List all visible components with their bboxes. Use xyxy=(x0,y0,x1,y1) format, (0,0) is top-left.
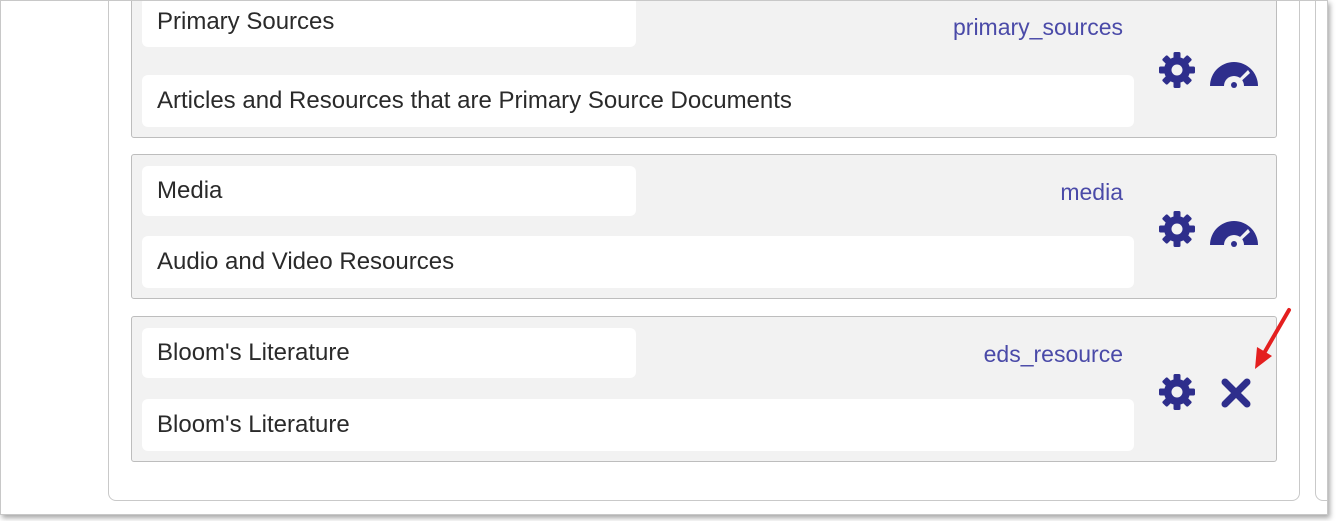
resource-name-field[interactable]: Primary Sources xyxy=(142,1,636,47)
resource-name-field[interactable]: Media xyxy=(142,166,636,216)
resource-key-link[interactable]: media xyxy=(1060,179,1123,206)
resource-description-field[interactable]: Bloom's Literature xyxy=(142,399,1134,451)
resource-name: Primary Sources xyxy=(157,8,335,35)
resource-description-field[interactable]: Articles and Resources that are Primary … xyxy=(142,75,1134,127)
resource-description: Articles and Resources that are Primary … xyxy=(157,87,792,114)
resource-card: Bloom's Literature eds_resource Bloom's … xyxy=(131,316,1277,462)
resource-description-field[interactable]: Audio and Video Resources xyxy=(142,236,1134,288)
close-icon[interactable] xyxy=(1219,376,1253,410)
side-panel xyxy=(1315,1,1327,501)
resource-key-link[interactable]: eds_resource xyxy=(984,341,1123,368)
resource-key-link[interactable]: primary_sources xyxy=(953,14,1123,41)
dashboard-icon[interactable] xyxy=(1206,56,1262,88)
gear-icon[interactable] xyxy=(1157,372,1197,412)
arrow-icon xyxy=(1249,307,1295,373)
gear-icon[interactable] xyxy=(1157,209,1197,249)
resource-name: Bloom's Literature xyxy=(157,339,350,366)
resource-name: Media xyxy=(157,177,223,204)
dashboard-icon[interactable] xyxy=(1206,215,1262,247)
gear-icon[interactable] xyxy=(1157,50,1197,90)
resource-card: Media media Audio and Video Resources xyxy=(131,154,1277,299)
resource-card: Primary Sources primary_sources Articles… xyxy=(131,1,1277,138)
resource-name-field[interactable]: Bloom's Literature xyxy=(142,328,636,378)
resource-description: Audio and Video Resources xyxy=(157,248,455,275)
resource-description: Bloom's Literature xyxy=(157,411,350,438)
screenshot-frame: Primary Sources primary_sources Articles… xyxy=(0,0,1328,515)
